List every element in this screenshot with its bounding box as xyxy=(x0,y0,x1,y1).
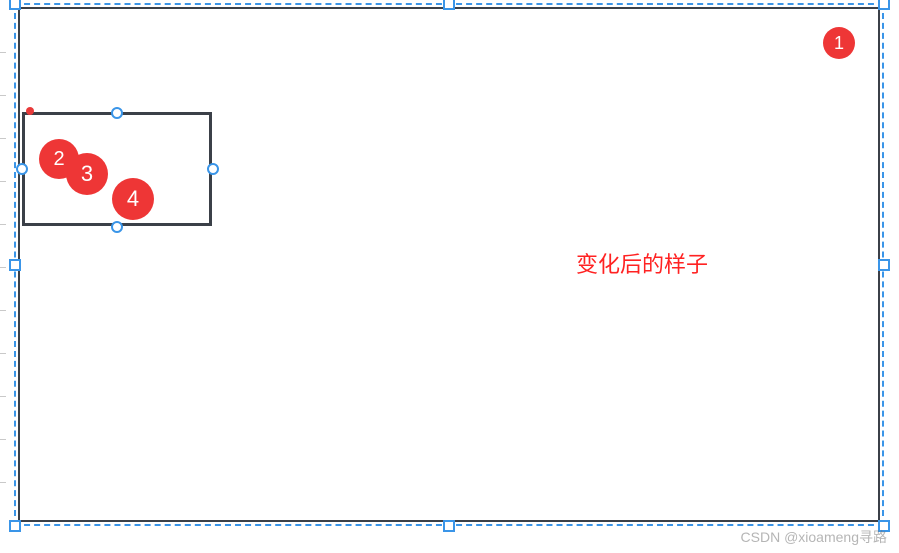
ruler-left xyxy=(0,0,8,553)
resize-handle-nw[interactable] xyxy=(9,0,21,10)
outer-canvas-element[interactable] xyxy=(18,7,880,522)
callout-badge-4: 4 xyxy=(112,178,154,220)
connection-handle-s[interactable] xyxy=(111,221,123,233)
resize-handle-n[interactable] xyxy=(443,0,455,10)
callout-badge-1: 1 xyxy=(823,27,855,59)
callout-badge-3: 3 xyxy=(66,153,108,195)
connection-handle-e[interactable] xyxy=(207,163,219,175)
watermark-text: CSDN @xioameng寻路 xyxy=(741,527,887,547)
annotation-label: 变化后的样子 xyxy=(576,247,708,279)
resize-handle-w[interactable] xyxy=(9,259,21,271)
resize-handle-ne[interactable] xyxy=(878,0,890,10)
resize-handle-sw[interactable] xyxy=(9,520,21,532)
connection-handle-w[interactable] xyxy=(16,163,28,175)
resize-handle-e[interactable] xyxy=(878,259,890,271)
connection-port-icon[interactable] xyxy=(26,107,34,115)
resize-handle-s[interactable] xyxy=(443,520,455,532)
connection-handle-n[interactable] xyxy=(111,107,123,119)
